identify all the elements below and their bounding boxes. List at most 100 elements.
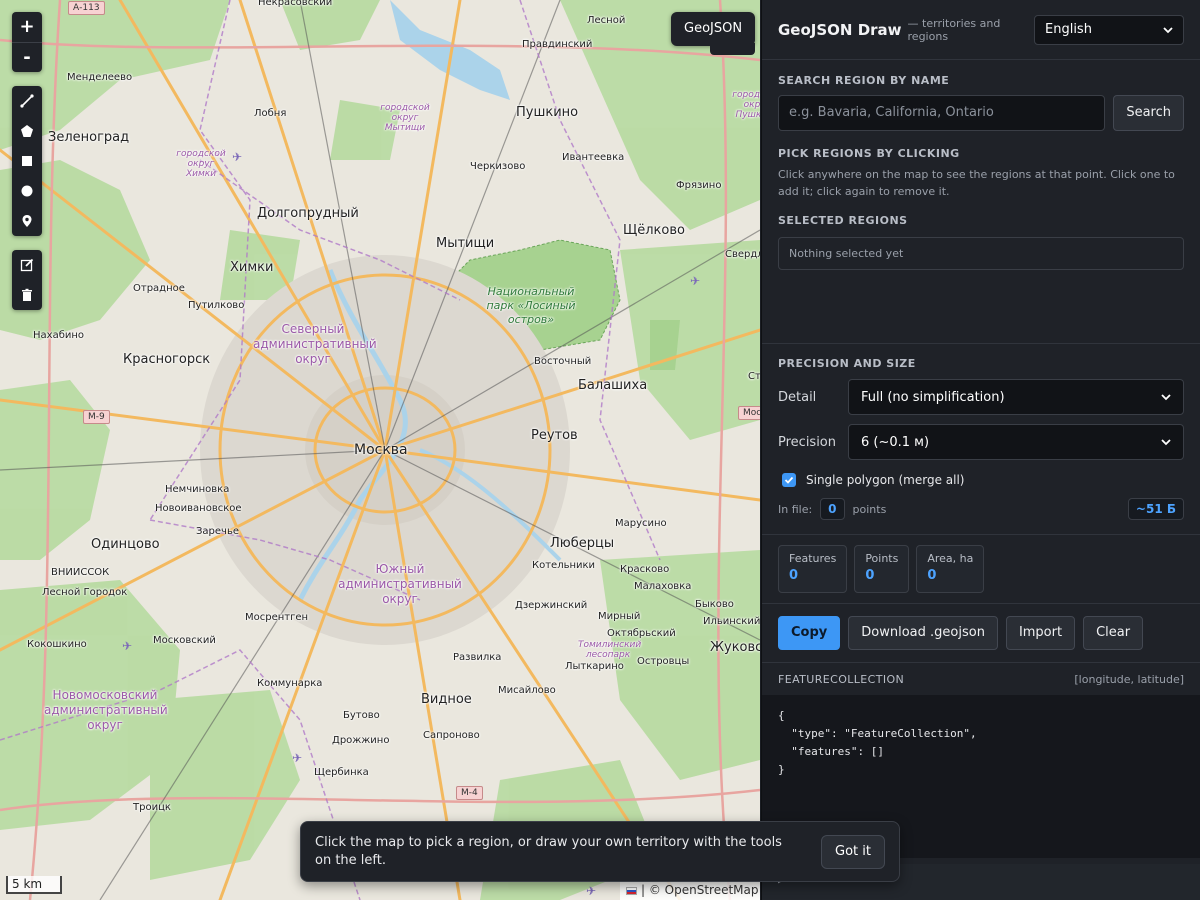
precision-label: Precision	[778, 434, 837, 450]
label-balashikha: Балашиха	[578, 378, 648, 393]
label-malakhovka: Малаховка	[634, 581, 692, 592]
label-mosrentgen: Мосрентген	[245, 612, 309, 623]
stat-points: Points 0	[854, 545, 910, 593]
precision-select[interactable]: 6 (~0.1 м)	[848, 424, 1184, 460]
trash-icon	[22, 288, 32, 301]
label-novoivanovskoe: Новоивановское	[155, 503, 242, 514]
precision-title: PRECISION AND SIZE	[778, 357, 916, 370]
label-moskovsky: Московский	[153, 635, 216, 646]
clear-button[interactable]: Clear	[1083, 616, 1144, 650]
label-ivanteevka: Ивантеевка	[562, 152, 625, 163]
actions-bar: Copy Download .geojson Import Clear	[762, 604, 1200, 662]
merge-checkbox[interactable]	[782, 473, 796, 487]
label-shcherbinka: Щербинка	[314, 767, 369, 778]
label-troitsk: Троицк	[133, 802, 171, 813]
edit-toolbar	[12, 250, 42, 310]
draw-line-button[interactable]	[12, 86, 42, 116]
label-razvilka: Развилка	[453, 652, 502, 663]
draw-polygon-button[interactable]	[12, 116, 42, 146]
side-panel: GeoJSON Draw — territories and regions E…	[761, 0, 1200, 900]
selected-regions-list: Nothing selected yet	[778, 237, 1184, 270]
toast-got-it-button[interactable]: Got it	[821, 834, 885, 869]
language-select[interactable]: English	[1034, 14, 1184, 45]
zoom-in-button[interactable]: +	[12, 12, 42, 42]
region-search-input[interactable]: e.g. Bavaria, California, Ontario	[778, 95, 1106, 131]
label-khimki: Химки	[230, 260, 274, 275]
chevron-down-icon	[1161, 394, 1171, 401]
draw-toolbar	[12, 86, 42, 236]
road-mos: Мос	[738, 406, 760, 420]
onboarding-toast: Click the map to pick a region, or draw …	[300, 821, 900, 882]
points-count-badge: 0	[820, 498, 845, 520]
output-hint: [longitude, latitude]	[1074, 672, 1184, 686]
label-st: Ст	[748, 371, 760, 382]
polyline-icon	[20, 94, 34, 108]
label-butovo: Бутово	[343, 710, 380, 721]
label-kotelniki: Котельники	[532, 560, 596, 571]
pick-title: PICK REGIONS BY CLICKING	[778, 147, 960, 160]
marker-icon	[22, 215, 32, 227]
edit-layers-button[interactable]	[12, 250, 42, 280]
stats-section: Features 0 Points 0 Area, ha 0	[762, 535, 1200, 603]
label-pravdinsky: Правдинский	[522, 39, 593, 50]
chevron-down-icon	[1163, 26, 1173, 33]
label-g-pushkino: городской округ Пушкино	[732, 90, 760, 120]
label-ilyinsky: Ильинский	[703, 616, 760, 627]
road-m4: М-4	[456, 786, 483, 800]
precision-section: PRECISION AND SIZE Detail Full (no simpl…	[762, 344, 1200, 520]
detail-select[interactable]: Full (no simplification)	[848, 379, 1184, 415]
label-bykovo: Быково	[695, 599, 734, 610]
label-kraskovo: Красково	[620, 564, 670, 575]
label-zelenograd: Зеленоград	[48, 130, 130, 145]
label-mirny: Мирный	[598, 611, 641, 622]
download-button[interactable]: Download .geojson	[848, 616, 998, 650]
label-putilkovo: Путилково	[188, 300, 245, 311]
pick-hint: Click anywhere on the map to see the reg…	[778, 168, 1175, 198]
detail-label: Detail	[778, 389, 817, 405]
edit-icon	[20, 258, 34, 272]
label-sever-okrug: Северный административный округ	[253, 322, 377, 366]
label-ostrovtsy: Островцы	[637, 656, 690, 667]
panel-header: GeoJSON Draw — territories and regions E…	[762, 0, 1200, 60]
label-drozhzhino: Дрожжино	[332, 735, 390, 746]
geojson-toggle-button[interactable]: GeoJSON	[671, 12, 756, 55]
polygon-icon	[21, 125, 33, 137]
zoom-out-button[interactable]: -	[12, 42, 42, 72]
label-shchelkovo: Щёлково	[623, 223, 685, 238]
copy-button[interactable]: Copy	[778, 616, 841, 650]
label-sverdl: Свердл	[725, 249, 760, 260]
label-nemchinovka: Немчиновка	[165, 484, 230, 495]
draw-circle-button[interactable]	[12, 176, 42, 206]
airport-icon: ✈	[292, 751, 303, 765]
label-lobnya: Лобня	[254, 108, 287, 119]
label-marusino: Марусино	[615, 518, 667, 529]
map-view[interactable]: Москва Зеленоград Долгопрудный Химки Мыт…	[0, 0, 760, 900]
label-lesnoy-gorodok: Лесной Городок	[42, 587, 128, 598]
label-vniissok: ВНИИССОК	[51, 567, 110, 578]
label-oktyabrsky: Октябрьский	[607, 628, 676, 639]
map-attribution[interactable]: | © OpenStreetMap	[620, 880, 760, 900]
label-sapronovo: Сапроново	[423, 730, 480, 741]
search-section: SEARCH REGION BY NAME e.g. Bavaria, Cali…	[762, 60, 1200, 270]
stat-features: Features 0	[778, 545, 848, 593]
label-mytishchi: Мытищи	[436, 236, 495, 251]
label-kokoshkino: Кокошкино	[27, 639, 87, 650]
output-header: FEATURECOLLECTION [longitude, latitude]	[762, 663, 1200, 695]
label-park: Национальный парк «Лосиный остров»	[486, 285, 576, 326]
toast-message: Click the map to pick a region, or draw …	[315, 834, 782, 868]
label-zhukovsky: Жуковск	[710, 640, 760, 655]
import-button[interactable]: Import	[1005, 616, 1076, 650]
draw-rectangle-button[interactable]	[12, 146, 42, 176]
label-vidnoe: Видное	[421, 692, 472, 707]
road-a113: А-113	[68, 1, 105, 15]
label-nakhabino: Нахабино	[33, 330, 85, 341]
label-lytkarino: Лыткарино	[565, 661, 624, 672]
search-title: SEARCH REGION BY NAME	[778, 74, 950, 87]
file-size-badge: ~51 Б	[1127, 498, 1184, 520]
label-dzerzhinsky: Дзержинский	[515, 600, 588, 611]
app-subtitle: — territories and regions	[907, 16, 1001, 43]
draw-marker-button[interactable]	[12, 206, 42, 236]
road-m9: М-9	[83, 410, 110, 424]
delete-layers-button[interactable]	[12, 280, 42, 310]
search-button[interactable]: Search	[1113, 95, 1184, 131]
